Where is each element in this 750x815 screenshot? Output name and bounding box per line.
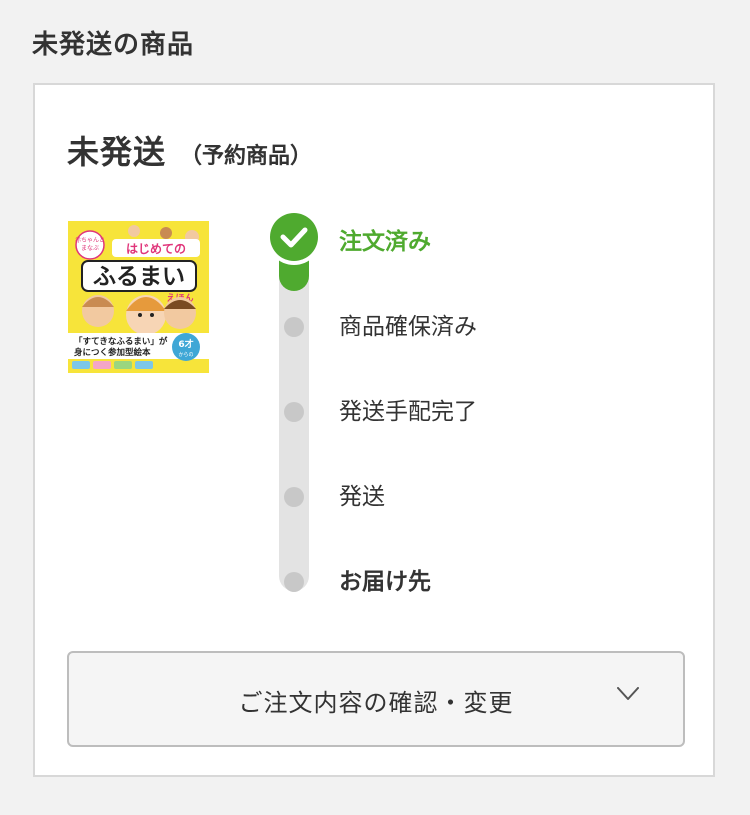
step-dot-icon (284, 317, 304, 337)
order-card: 未発送（予約商品） 赤ちゃんと まなぶ はじめての ふるまい えほん (33, 83, 715, 777)
order-status-main: 未発送 (67, 133, 167, 171)
step-stock-secured: 商品確保済み (339, 314, 477, 340)
step-delivery-destination: お届け先 (339, 569, 431, 595)
step-dot-icon (284, 487, 304, 507)
cover-subtitle-line2: 身につく参加型絵本 (73, 347, 151, 358)
order-status-heading: 未発送 （予約商品） (67, 127, 312, 173)
cover-subtitle-line1: 「すてきなふるまい」が (74, 336, 168, 347)
product-image[interactable]: 赤ちゃんと まなぶ はじめての ふるまい えほん 「すて (68, 221, 209, 373)
step-ordered: 注文済み (339, 229, 431, 255)
cover-title-top: はじめての (126, 242, 186, 256)
chevron-down-icon (617, 687, 639, 700)
series-badge-line2: まなぶ (81, 245, 99, 252)
series-badge-line1: 赤ちゃんと (75, 237, 105, 244)
book-cover-illustration: 赤ちゃんと まなぶ はじめての ふるまい えほん 「すて (68, 221, 209, 373)
section-title: 未発送の商品 (32, 30, 195, 60)
cover-age-line1: 6才 (178, 338, 193, 350)
order-status-sub: （予約商品） (180, 144, 313, 169)
series-badge: 赤ちゃんと まなぶ (75, 230, 105, 260)
step-dot-icon (284, 572, 304, 592)
order-details-button-label: ご注文内容の確認・変更 (238, 689, 514, 717)
cover-title-main: ふるまい (93, 264, 185, 290)
step-shipped: 発送 (339, 484, 385, 510)
step-shipping-arranged: 発送手配完了 (339, 399, 477, 425)
order-details-button[interactable]: ご注文内容の確認・変更 (67, 651, 685, 747)
check-icon (270, 213, 318, 261)
cover-age-line2: からの (178, 351, 193, 358)
step-dot-icon (284, 402, 304, 422)
